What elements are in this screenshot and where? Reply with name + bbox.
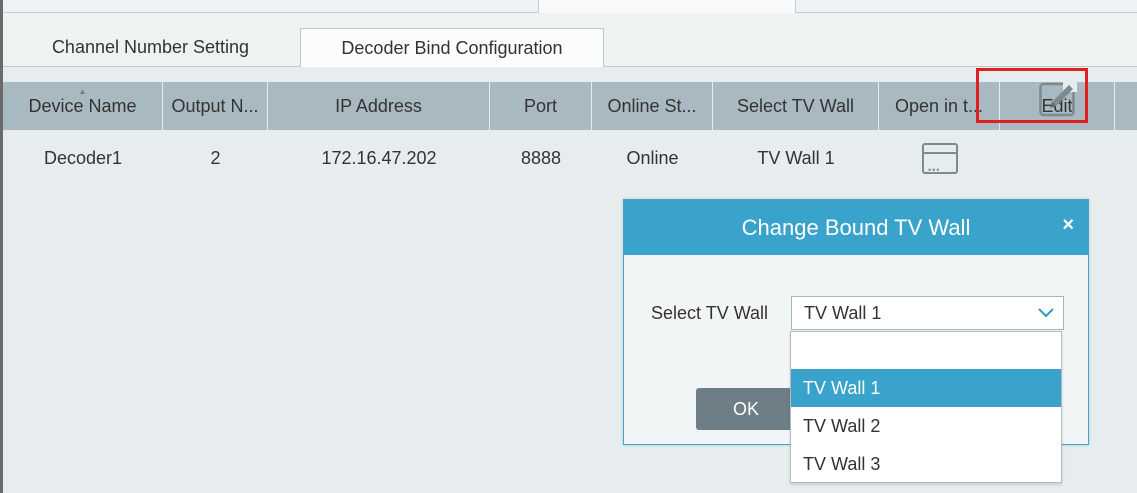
dialog-title: Change Bound TV Wall	[741, 215, 971, 240]
cell-output-number: 2	[210, 148, 221, 168]
column-header-ip-address[interactable]: IP Address	[268, 82, 490, 130]
column-header-online-status[interactable]: Online St...	[592, 82, 713, 130]
tv-wall-dropdown-list: TV Wall 1 TV Wall 2 TV Wall 3	[790, 331, 1062, 483]
cell-device-name: Decoder1	[43, 148, 123, 168]
dropdown-option-blank[interactable]	[791, 332, 1061, 369]
select-tv-wall-label: Select TV Wall	[651, 303, 769, 323]
window-icon[interactable]: •••	[922, 143, 958, 175]
column-header-select-tv-wall[interactable]: Select TV Wall	[713, 82, 879, 130]
dropdown-option-tv-wall-1[interactable]: TV Wall 1	[791, 369, 1061, 407]
tab-decoder-bind-configuration[interactable]: Decoder Bind Configuration	[300, 28, 604, 68]
tab-channel-number-setting[interactable]: Channel Number Setting	[3, 28, 298, 67]
edit-pencil-icon[interactable]	[1039, 81, 1077, 117]
decoder-bind-window: Channel Number Setting Decoder Bind Conf…	[0, 0, 1137, 493]
cell-tv-wall: TV Wall 1	[757, 148, 835, 168]
column-header-output-number[interactable]: Output N...	[163, 82, 268, 130]
sort-arrow-icon: ▲	[78, 87, 87, 96]
chevron-down-icon[interactable]	[1037, 306, 1055, 320]
ok-button[interactable]: OK	[696, 388, 796, 430]
grid-header: ▲ Device Name Output N... IP Address Por…	[3, 82, 1137, 130]
column-header-device-name[interactable]: ▲ Device Name	[3, 82, 163, 130]
cell-open-in: •••	[879, 130, 1000, 186]
table-row[interactable]: Decoder1 2 172.16.47.202 8888 Online TV …	[3, 130, 1137, 186]
select-tv-wall-dropdown[interactable]: TV Wall 1	[791, 296, 1064, 330]
cell-edit	[1000, 130, 1115, 186]
cell-port: 8888	[520, 148, 562, 168]
dialog-header: Change Bound TV Wall ×	[624, 200, 1088, 255]
cell-ip-address: 172.16.47.202	[321, 148, 437, 168]
close-icon[interactable]: ×	[1062, 210, 1074, 240]
tab-bar: Channel Number Setting Decoder Bind Conf…	[3, 16, 1137, 68]
dropdown-option-tv-wall-3[interactable]: TV Wall 3	[791, 445, 1061, 483]
column-header-filler	[1115, 82, 1137, 130]
column-header-port[interactable]: Port	[490, 82, 592, 130]
top-strip	[3, 0, 1137, 16]
cell-online-status: Online	[626, 148, 679, 168]
dropdown-option-tv-wall-2[interactable]: TV Wall 2	[791, 407, 1061, 445]
select-tv-wall-value: TV Wall 1	[804, 303, 882, 323]
